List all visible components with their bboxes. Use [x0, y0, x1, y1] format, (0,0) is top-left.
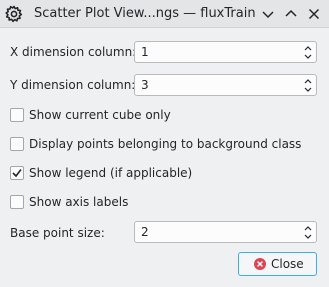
display-background-points-option[interactable]: Display points belonging to background c… [10, 137, 310, 153]
show-axis-labels-option[interactable]: Show axis labels [10, 195, 310, 211]
x-dimension-label: X dimension column: [10, 45, 137, 59]
checkmark-icon [12, 169, 22, 178]
x-dimension-spinbox[interactable]: 1 [134, 41, 317, 63]
show-legend-checkbox[interactable] [10, 166, 24, 180]
show-axis-labels-label[interactable]: Show axis labels [29, 195, 128, 209]
base-point-size-label: Base point size: [10, 226, 105, 240]
title-bar: Scatter Plot View...ngs — fluxTrainer [0, 0, 329, 28]
spin-up-icon[interactable] [303, 44, 313, 52]
spin-down-icon[interactable] [303, 86, 313, 94]
close-circle-icon [254, 258, 266, 270]
x-dimension-value[interactable]: 1 [141, 45, 149, 59]
spin-arrows[interactable] [300, 222, 316, 242]
spin-down-icon[interactable] [303, 233, 313, 241]
close-icon[interactable] [306, 6, 322, 22]
base-point-size-value[interactable]: 2 [141, 225, 149, 239]
base-point-size-spinbox[interactable]: 2 [134, 221, 317, 243]
close-button[interactable]: Close [238, 252, 317, 276]
spin-down-icon[interactable] [303, 53, 313, 61]
window-title: Scatter Plot View...ngs — fluxTrainer [34, 6, 256, 21]
show-legend-label[interactable]: Show legend (if applicable) [29, 166, 192, 180]
spin-arrows[interactable] [300, 75, 316, 95]
display-background-points-checkbox[interactable] [10, 137, 24, 151]
show-current-cube-only-checkbox[interactable] [10, 108, 24, 122]
gear-icon[interactable] [5, 5, 23, 23]
close-button-label: Close [271, 257, 304, 271]
spin-up-icon[interactable] [303, 224, 313, 232]
show-legend-option[interactable]: Show legend (if applicable) [10, 166, 310, 182]
y-dimension-label: Y dimension column: [10, 78, 136, 92]
spin-up-icon[interactable] [303, 77, 313, 85]
display-background-points-label[interactable]: Display points belonging to background c… [29, 137, 301, 151]
show-current-cube-only-label[interactable]: Show current cube only [29, 108, 171, 122]
chevron-down-icon[interactable] [260, 6, 276, 22]
show-axis-labels-checkbox[interactable] [10, 195, 24, 209]
show-current-cube-only-option[interactable]: Show current cube only [10, 108, 310, 124]
y-dimension-value[interactable]: 3 [141, 78, 149, 92]
spin-arrows[interactable] [300, 42, 316, 62]
y-dimension-spinbox[interactable]: 3 [134, 74, 317, 96]
chevron-up-icon[interactable] [283, 6, 299, 22]
